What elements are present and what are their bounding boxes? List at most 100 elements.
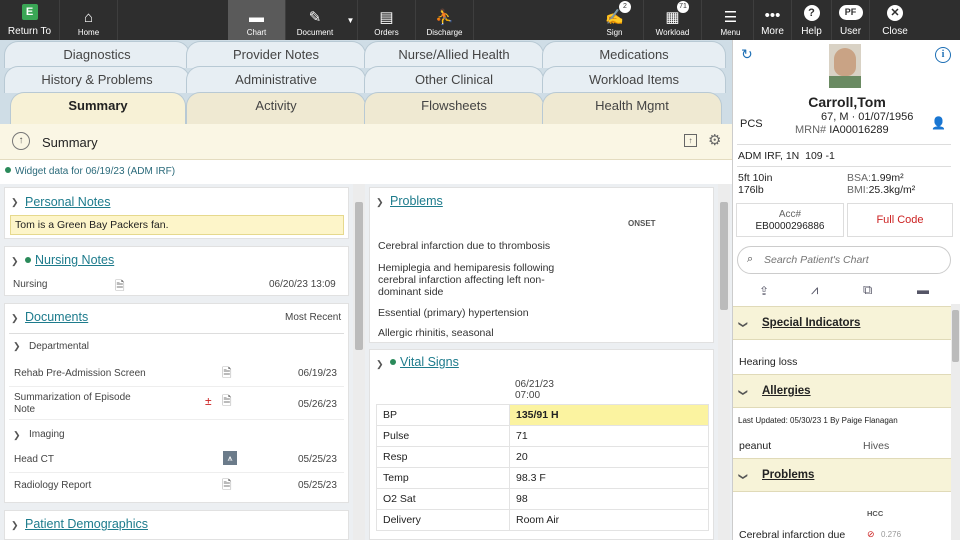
patient-height: 5ft 10in (738, 172, 773, 184)
orders-button[interactable]: ▤ Orders (358, 0, 416, 40)
account-box: Acc# EB0000296886 (736, 203, 844, 237)
allergies-title[interactable]: Allergies (762, 385, 811, 397)
chevron-down-icon[interactable]: ❯ (737, 389, 748, 397)
tab-workload-items[interactable]: Workload Items (542, 66, 726, 93)
chevron-down-icon[interactable]: ❯ (13, 341, 21, 352)
tab-health-mgmt[interactable]: Health Mgmt (542, 92, 722, 124)
code-status[interactable]: Full Code (847, 203, 953, 237)
sign-button[interactable]: ✍ 2 Sign (586, 0, 644, 40)
problem-item[interactable]: Hemiplegia and hemiparesis following (378, 262, 554, 274)
pdf-icon[interactable]: ± (205, 394, 212, 408)
summary-header: ↑ Summary ↑ ⚙ (0, 124, 732, 160)
chevron-down-icon: ▼ (346, 15, 355, 25)
problem-item[interactable]: Essential (primary) hypertension (378, 307, 529, 319)
nursing-notes-card: ❯ Nursing Notes Nursing 🗎 06/20/23 13:09 (4, 246, 349, 296)
chevron-down-icon[interactable]: ❯ (11, 313, 19, 324)
folder-icon[interactable]: ▬ (917, 283, 929, 297)
panel-scrollbar-thumb[interactable] (952, 310, 959, 362)
document-icon[interactable]: 🗎 (115, 277, 125, 298)
tab-other-clinical[interactable]: Other Clinical (364, 66, 544, 93)
middle-scrollbar-thumb[interactable] (720, 202, 728, 310)
chart-button[interactable]: ▬ Chart (228, 0, 286, 40)
panel-problems-title[interactable]: Problems (762, 469, 814, 481)
document-button[interactable]: ✎ Document (286, 0, 344, 40)
chevron-down-icon[interactable]: ❯ (13, 430, 21, 441)
help-icon: ? (803, 5, 820, 21)
export-icon[interactable]: ⇪ (759, 284, 769, 298)
document-item[interactable]: Radiology Report (14, 480, 91, 491)
patient-demographics-title[interactable]: Patient Demographics (25, 517, 148, 531)
chevron-down-icon[interactable]: ❯ (376, 359, 384, 370)
problem-item[interactable]: Allergic rhinitis, seasonal (378, 327, 494, 339)
workload-count-badge: 71 (677, 1, 689, 13)
personal-note-text[interactable]: Tom is a Green Bay Packers fan. (10, 215, 344, 235)
tab-nurse-allied-health[interactable]: Nurse/Allied Health (364, 41, 544, 68)
chevron-down-icon[interactable]: ❯ (737, 321, 748, 329)
panel-problem-item[interactable]: Cerebral infarction due (739, 529, 845, 541)
tab-diagnostics[interactable]: Diagnostics (4, 41, 190, 68)
document-icon[interactable]: 🗎 (222, 364, 232, 385)
tab-provider-notes[interactable]: Provider Notes (186, 41, 366, 68)
gear-icon[interactable]: ⚙ (708, 131, 721, 149)
trend-chart-icon[interactable]: ⩘ (811, 282, 818, 298)
close-button[interactable]: ✕ Close (870, 0, 920, 40)
document-item[interactable]: Head CT (14, 454, 54, 465)
tab-summary[interactable]: Summary (10, 92, 186, 124)
return-to-button[interactable]: E Return To (0, 0, 60, 40)
search-icon: ⌕ (747, 253, 754, 265)
menu-button[interactable]: ☰ Menu (708, 0, 754, 40)
problems-title[interactable]: Problems (390, 194, 443, 208)
tab-medications[interactable]: Medications (542, 41, 726, 68)
chart-search-input[interactable] (764, 252, 944, 268)
discharge-button[interactable]: ⛹ Discharge (416, 0, 474, 40)
tab-administrative[interactable]: Administrative (186, 66, 366, 93)
collapse-up-icon[interactable]: ↑ (12, 132, 30, 150)
home-button[interactable]: ⌂ Home (60, 0, 118, 40)
person-icon[interactable]: 👤 (931, 116, 946, 130)
vital-value[interactable]: 135/91 H (509, 404, 709, 426)
vital-value[interactable]: 20 (509, 446, 709, 468)
chevron-down-icon[interactable]: ❯ (376, 197, 384, 208)
document-item[interactable]: Summarization of Episode (14, 392, 131, 403)
document-icon[interactable]: 🗎 (222, 392, 232, 413)
status-dot-icon (390, 359, 396, 365)
tab-history-problems[interactable]: History & Problems (4, 66, 190, 93)
documents-filter[interactable]: Most Recent (285, 312, 341, 323)
page-title: Summary (42, 135, 98, 150)
chevron-down-icon[interactable]: ❯ (11, 197, 19, 208)
document-icon[interactable]: 🗎 (222, 476, 232, 497)
patient-name: Carroll,Tom (808, 94, 886, 110)
document-item[interactable]: Rehab Pre-Admission Screen (14, 368, 146, 379)
departmental-group-label: Departmental (29, 341, 90, 352)
documents-title[interactable]: Documents (25, 310, 88, 324)
personal-notes-title[interactable]: Personal Notes (25, 195, 110, 209)
calendar-icon: ▦ (665, 9, 680, 26)
vital-value[interactable]: Room Air (509, 509, 709, 531)
chevron-down-icon[interactable]: ❯ (11, 256, 19, 267)
copy-document-icon[interactable]: ⧉ (863, 282, 872, 298)
tab-flowsheets[interactable]: Flowsheets (364, 92, 544, 124)
document-date: 06/19/23 (298, 368, 337, 379)
user-button[interactable]: PF User (832, 0, 870, 40)
help-button[interactable]: ? Help (792, 0, 832, 40)
nursing-note-item[interactable]: Nursing (13, 279, 47, 290)
export-icon[interactable]: ↑ (684, 134, 697, 147)
workload-button[interactable]: ▦ 71 Workload (644, 0, 702, 40)
chart-tabs: Diagnostics Provider Notes Nurse/Allied … (0, 40, 732, 124)
vital-value[interactable]: 98 (509, 488, 709, 510)
chevron-down-icon[interactable]: ❯ (737, 473, 748, 481)
vital-value[interactable]: 98.3 F (509, 467, 709, 489)
left-scrollbar-thumb[interactable] (355, 202, 363, 350)
table-row: Temp 98.3 F (376, 467, 709, 489)
allergen: peanut (739, 440, 772, 452)
chevron-down-icon[interactable]: ❯ (11, 520, 19, 531)
document-dropdown-button[interactable]: ▼ (344, 0, 358, 40)
refresh-icon[interactable]: ↻ (741, 46, 753, 63)
problem-item[interactable]: Cerebral infarction due to thrombosis (378, 240, 550, 252)
vital-value[interactable]: 71 (509, 425, 709, 447)
xray-image-icon[interactable]: ⩚ (223, 451, 237, 465)
more-button[interactable]: ••• More (754, 0, 792, 40)
info-icon[interactable]: i (935, 47, 951, 63)
special-indicators-title[interactable]: Special Indicators (762, 317, 860, 329)
tab-activity[interactable]: Activity (186, 92, 366, 124)
